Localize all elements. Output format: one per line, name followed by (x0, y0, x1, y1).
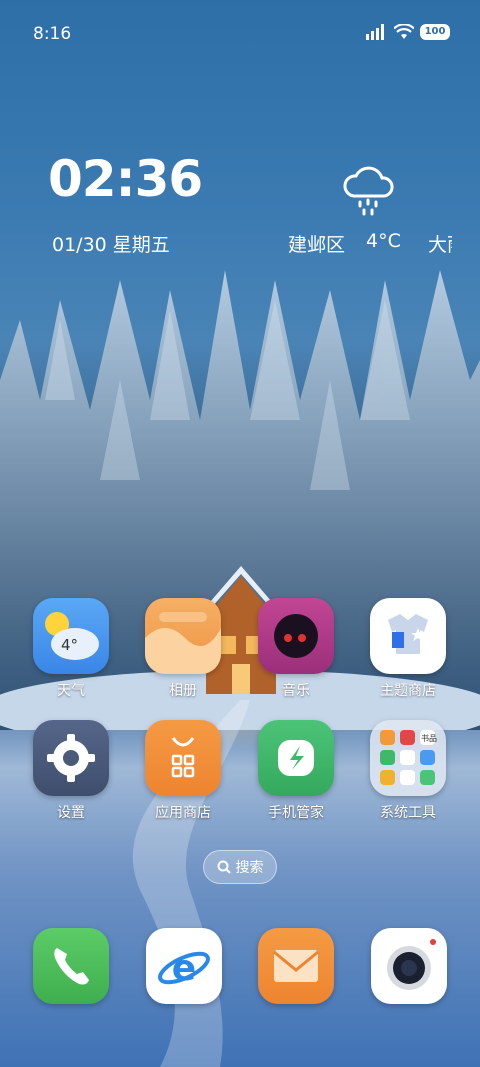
app-weather[interactable]: 4° 天气 (26, 598, 116, 700)
app-label: 系统工具 (380, 805, 436, 821)
app-theme-store[interactable]: 主题商店 (363, 598, 453, 700)
app-app-store[interactable]: 应用商店 (138, 720, 228, 822)
app-label: 音乐 (282, 683, 310, 699)
widget-location: 建邺区 (288, 234, 346, 256)
svg-text:e: e (172, 948, 196, 989)
weather-icon: 4° (33, 598, 109, 674)
dock-phone[interactable] (33, 928, 109, 1004)
rain-cloud-icon (343, 166, 394, 216)
status-time: 8:16 (33, 24, 72, 44)
app-label: 天气 (57, 683, 85, 699)
dock-browser[interactable]: e (146, 928, 222, 1004)
widget-condition: 大雨 (428, 234, 452, 256)
phone-manager-icon (258, 720, 334, 796)
camera-icon (387, 939, 436, 990)
mail-icon (273, 950, 319, 982)
app-store-icon (145, 720, 221, 796)
gear-icon (33, 720, 109, 796)
search-icon (217, 860, 231, 874)
wifi-icon (394, 24, 414, 39)
browser-icon: e (158, 948, 210, 989)
gallery-icon (145, 598, 221, 674)
app-label: 设置 (57, 805, 85, 821)
weather-badge: 4° (61, 636, 79, 654)
search-label: 搜索 (235, 860, 264, 876)
app-label: 应用商店 (155, 805, 211, 821)
music-icon (258, 598, 334, 674)
battery-icon: 100 (420, 24, 450, 40)
app-label: 主题商店 (380, 683, 436, 699)
dock-camera[interactable] (371, 928, 447, 1004)
clock-weather-widget[interactable]: 02:36 01/30 星期五 建邺区 4°C 大雨 (48, 150, 458, 260)
app-phone-manager[interactable]: 手机管家 (251, 720, 341, 822)
phone-icon (54, 948, 89, 985)
status-icons: 100 (366, 24, 450, 40)
app-label: 相册 (169, 683, 197, 699)
theme-store-icon (370, 598, 446, 674)
status-bar: 8:16 100 (0, 0, 480, 66)
app-settings[interactable]: 设置 (26, 720, 116, 822)
app-label: 手机管家 (268, 805, 324, 821)
widget-time: 02:36 (48, 150, 203, 208)
folder-mini-label: 书品 (421, 734, 437, 743)
widget-temperature: 4°C (366, 230, 401, 252)
app-system-tools-folder[interactable]: 书品 系统工具 (363, 720, 453, 822)
widget-date: 01/30 星期五 (52, 234, 170, 256)
dock-mail[interactable] (258, 928, 334, 1004)
signal-icon (366, 24, 384, 40)
app-music[interactable]: 音乐 (251, 598, 341, 700)
search-button[interactable]: 搜索 (203, 850, 277, 884)
app-gallery[interactable]: 相册 (138, 598, 228, 700)
folder-icon: 书品 (370, 720, 446, 796)
